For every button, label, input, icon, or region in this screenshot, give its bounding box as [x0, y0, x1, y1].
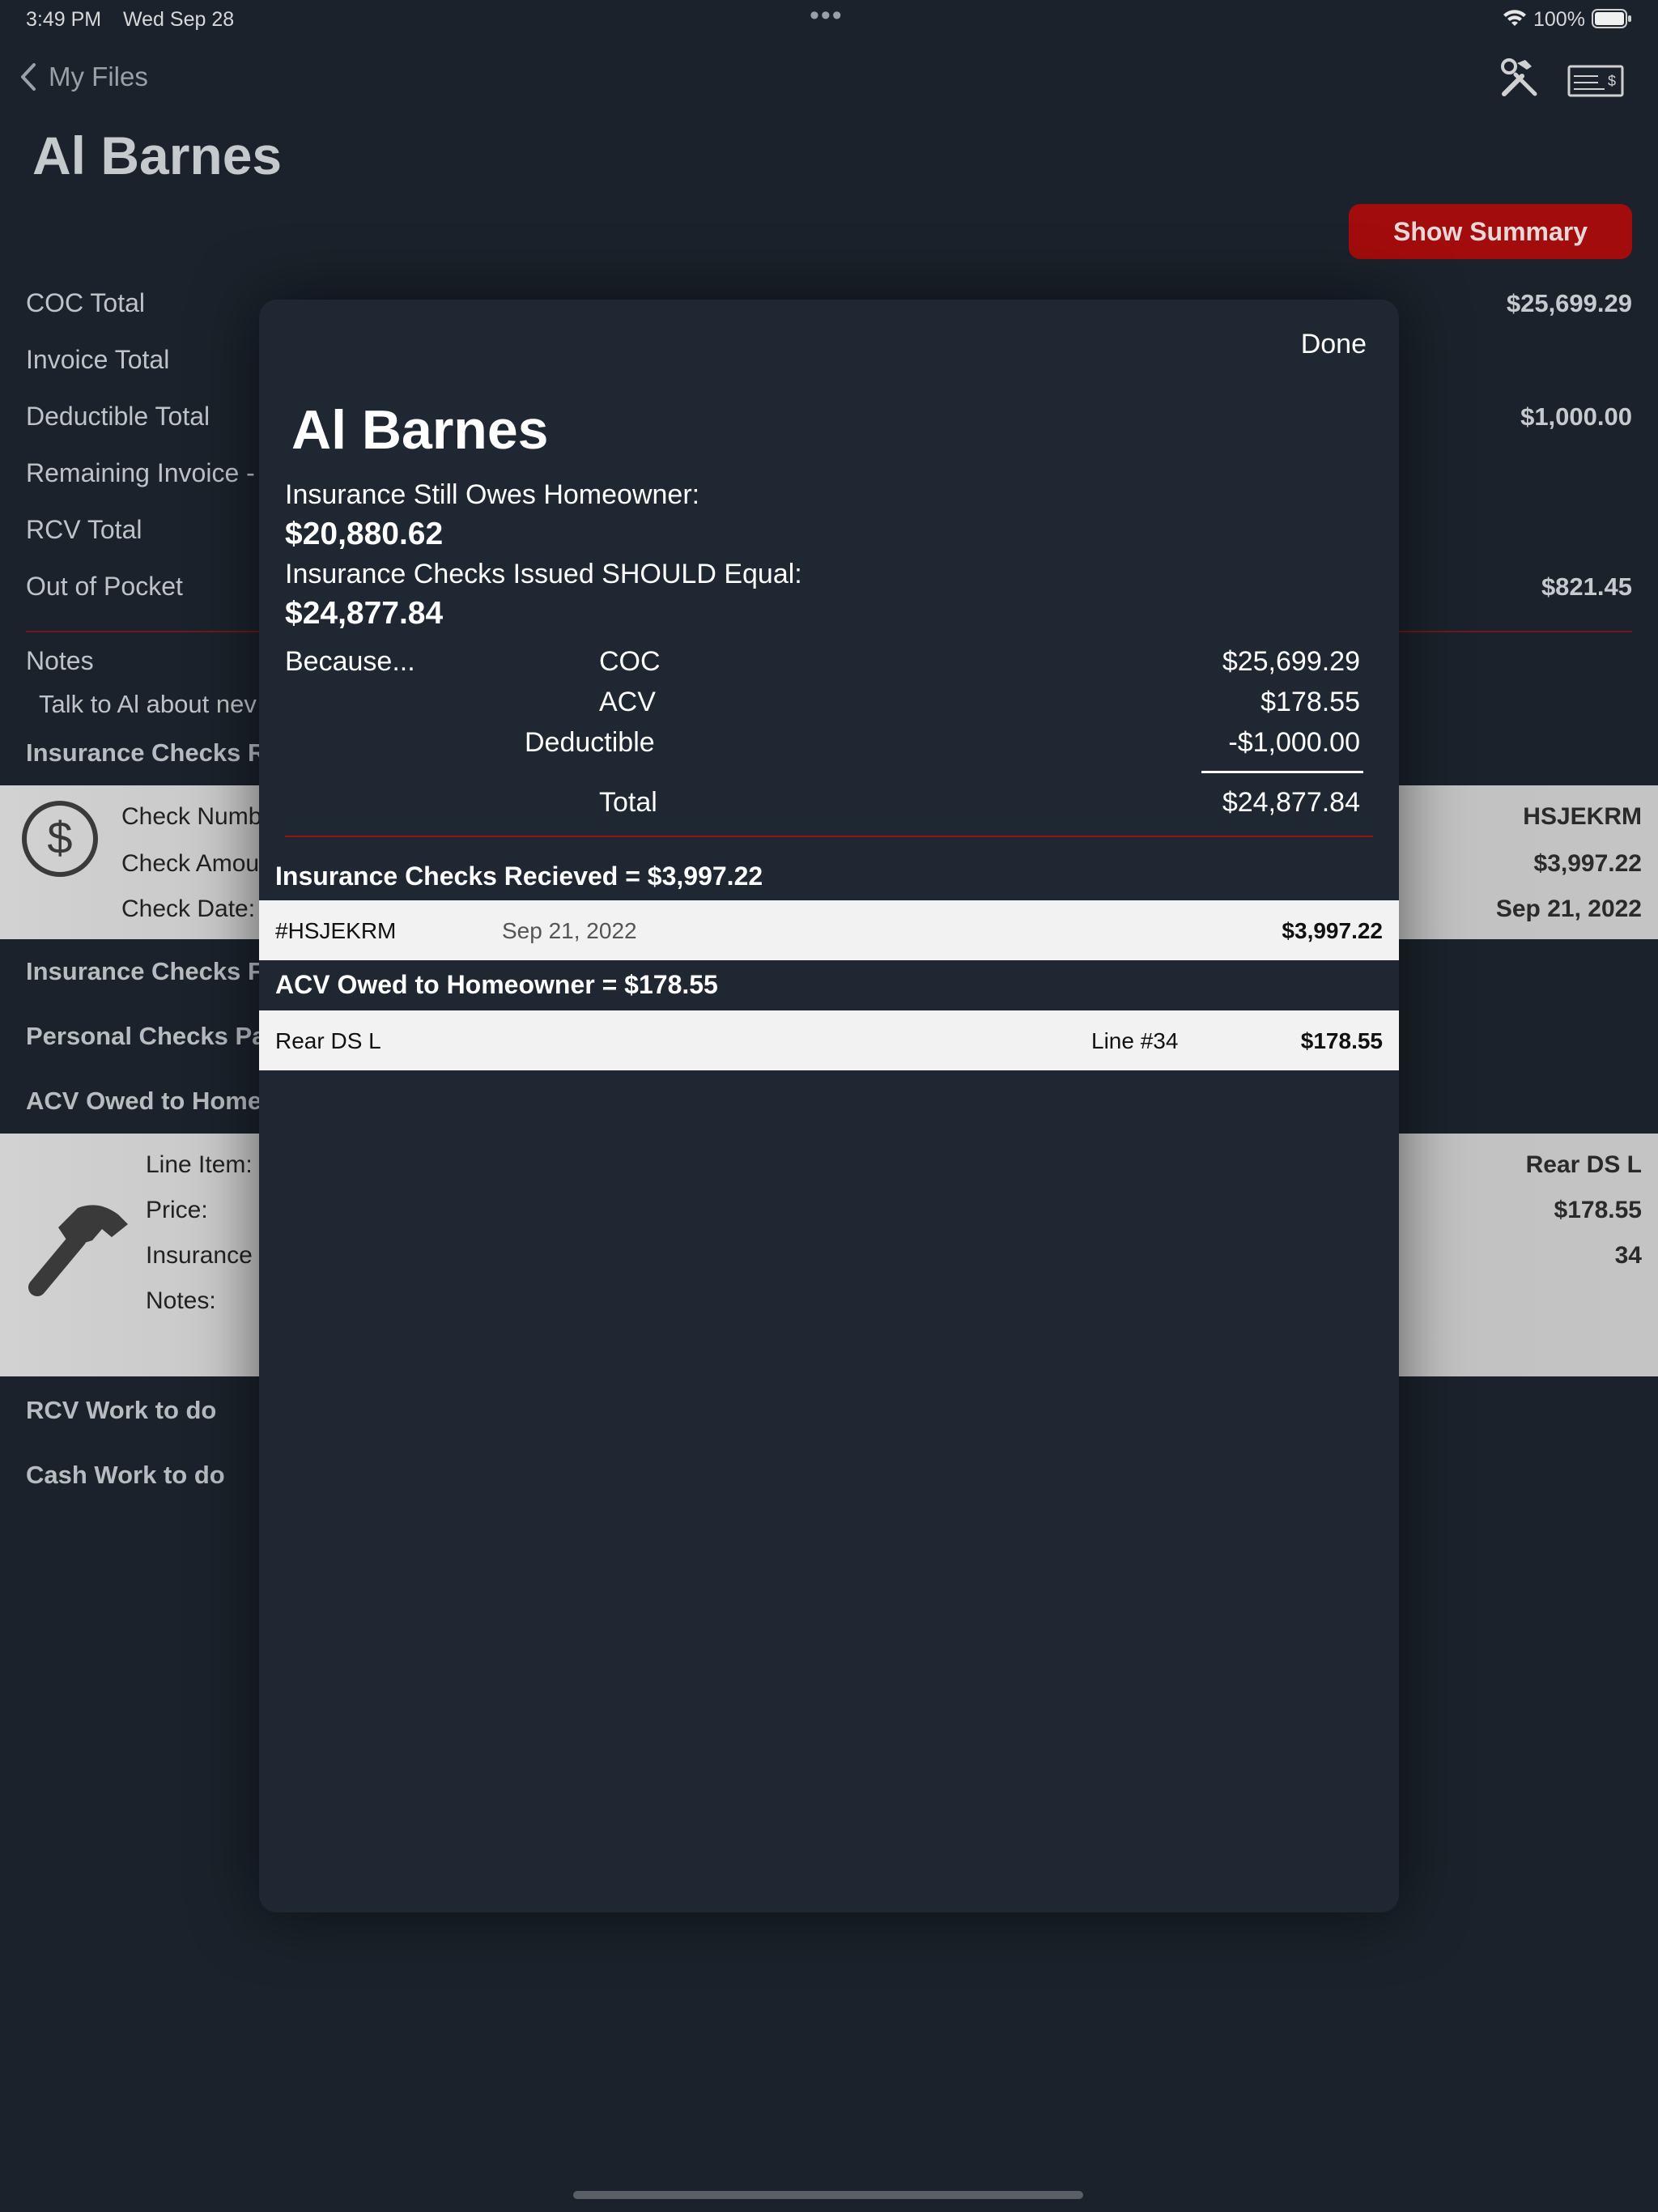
section-personal-checks[interactable]: Personal Checks Pa [26, 1022, 266, 1051]
calc-coc-label: COC [599, 646, 661, 677]
owes-value: $20,880.62 [285, 517, 444, 551]
deductible-total-value: $1,000.00 [1520, 402, 1632, 431]
remaining-invoice-label: Remaining Invoice - [26, 458, 255, 487]
done-button[interactable]: Done [1301, 329, 1367, 360]
coc-total-label: COC Total [26, 288, 146, 317]
section-rcv-work[interactable]: RCV Work to do [26, 1396, 216, 1425]
invoice-total-label: Invoice Total [26, 345, 170, 374]
acv-owed-header: ACV Owed to Homeowner = $178.55 [275, 970, 718, 999]
line-notes-label: Notes: [146, 1287, 216, 1314]
section-insurance-checks-received[interactable]: Insurance Checks R [26, 738, 266, 768]
calc-divider [285, 836, 1373, 837]
price-label: Price: [146, 1197, 208, 1223]
hammer-icon [21, 1197, 131, 1303]
check-date-value: Sep 21, 2022 [1495, 895, 1642, 922]
checks-received-header: Insurance Checks Recieved = $3,997.22 [275, 861, 763, 891]
calc-acv-label: ACV [599, 687, 656, 717]
acv-line-row[interactable]: Rear DS L Line #34 $178.55 [259, 1010, 1399, 1070]
battery-icon [1592, 8, 1632, 33]
chevron-left-icon [21, 63, 36, 91]
check-number-value: HSJEKRM [1523, 803, 1642, 830]
check-date-label: Check Date: [121, 895, 256, 922]
dollar-circle-icon: $ [21, 800, 99, 882]
calc-acv-value: $178.55 [1261, 687, 1360, 717]
should-equal-label: Insurance Checks Issued SHOULD Equal: [285, 559, 802, 589]
modal-title: Al Barnes [291, 399, 549, 461]
back-button[interactable]: My Files [19, 62, 148, 92]
out-of-pocket-value: $821.45 [1541, 572, 1632, 601]
wifi-icon [1503, 10, 1527, 32]
show-summary-button[interactable]: Show Summary [1349, 204, 1632, 259]
calc-total-value: $24,877.84 [1222, 787, 1360, 818]
section-cash-work[interactable]: Cash Work to do [26, 1461, 225, 1490]
owes-label: Insurance Still Owes Homeowner: [285, 479, 700, 510]
battery-percent: 100% [1533, 8, 1585, 31]
coc-total-value: $25,699.29 [1506, 289, 1632, 317]
section-acv-owed[interactable]: ACV Owed to Home [26, 1087, 261, 1116]
received-check-row[interactable]: #HSJEKRM Sep 21, 2022 $3,997.22 [259, 900, 1399, 960]
sum-underline [1201, 771, 1363, 773]
out-of-pocket-label: Out of Pocket [26, 572, 183, 601]
received-check-number: #HSJEKRM [275, 918, 397, 943]
section-insurance-checks-f[interactable]: Insurance Checks F [26, 957, 263, 986]
tools-icon[interactable] [1498, 57, 1541, 104]
check-number-label: Check Numb [121, 803, 262, 830]
price-value: $178.55 [1554, 1197, 1642, 1223]
check-amount-value: $3,997.22 [1533, 850, 1642, 877]
received-check-amount: $3,997.22 [1282, 918, 1383, 943]
should-equal-value: $24,877.84 [285, 596, 444, 631]
page-title: Al Barnes [32, 125, 283, 185]
deductible-total-label: Deductible Total [26, 402, 210, 431]
multitask-dots[interactable]: ••• [810, 0, 844, 32]
received-check-date: Sep 21, 2022 [502, 918, 637, 943]
line-item-label: Line Item: [146, 1151, 253, 1178]
svg-text:$: $ [1608, 73, 1616, 89]
insurance-line-value: 34 [1614, 1242, 1642, 1269]
line-item-value: Rear DS L [1525, 1151, 1642, 1178]
acv-line-item: Rear DS L [275, 1028, 381, 1053]
insurance-line-label: Insurance [146, 1242, 253, 1269]
because-label: Because... [285, 646, 415, 677]
check-amount-label: Check Amou [121, 850, 260, 877]
svg-text:$: $ [47, 812, 72, 863]
check-icon[interactable]: $ [1567, 63, 1624, 103]
notes-label: Notes [26, 646, 94, 675]
calc-total-label: Total [599, 787, 657, 818]
back-label: My Files [49, 62, 148, 91]
calc-deductible-label: Deductible [525, 727, 655, 758]
status-time: 3:49 PM [26, 8, 102, 31]
rcv-total-label: RCV Total [26, 515, 142, 544]
notes-text[interactable]: Talk to Al about nev [39, 690, 257, 719]
acv-line-amount: $178.55 [1300, 1028, 1383, 1053]
acv-line-number: Line #34 [1091, 1028, 1179, 1053]
calc-coc-value: $25,699.29 [1222, 646, 1360, 677]
calc-deductible-value: -$1,000.00 [1228, 727, 1360, 758]
summary-modal: Done Al Barnes Insurance Still Owes Home… [259, 300, 1399, 1912]
home-indicator[interactable] [573, 2191, 1083, 2199]
status-date: Wed Sep 28 [123, 8, 235, 31]
